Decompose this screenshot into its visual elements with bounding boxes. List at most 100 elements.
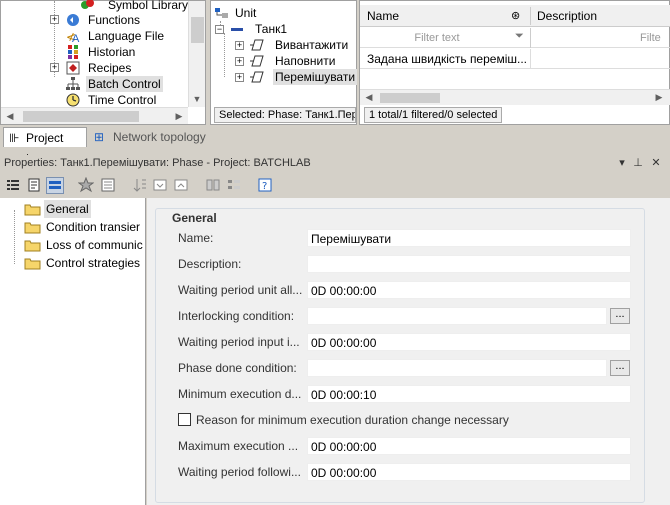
expand-view-icon[interactable] [152,177,170,194]
scrollbar-thumb[interactable] [380,93,440,103]
column-header-description[interactable]: Description [537,5,597,27]
layout-columns-icon[interactable] [205,177,223,194]
folder-icon [24,238,42,252]
expand-icon[interactable]: + [50,63,59,72]
tree-item-functions[interactable]: + Functions [49,12,199,28]
reason-checkbox-label: Reason for minimum execution duration ch… [196,413,509,427]
column-header-name[interactable]: Name ⊛ [367,5,529,27]
folder-icon [24,202,42,216]
tree-item-label: Time Control [88,93,157,107]
tab-network-topology[interactable]: ⊞ Network topology [91,127,211,147]
tree-item-batch-control[interactable]: Batch Control [49,76,199,92]
scroll-right-icon[interactable]: ▶ [172,109,186,123]
list-view-icon[interactable] [100,177,118,194]
scrollbar-thumb[interactable] [23,111,139,122]
expand-icon[interactable]: + [235,73,244,82]
property-pages-icon[interactable] [26,177,44,194]
nav-item-control-strategies[interactable]: Control strategies [24,254,146,272]
scrollbar-thumb[interactable] [191,17,204,43]
historian-icon [65,44,81,60]
name-field[interactable]: Перемішувати [307,229,631,247]
scroll-left-icon[interactable]: ◀ [362,90,376,104]
interlocking-condition-field[interactable] [307,307,607,325]
field-label-minimum-execution: Minimum execution d... [178,387,302,401]
field-label-name: Name: [178,231,214,245]
phase-done-browse-button[interactable]: ... [610,360,630,376]
tree-item-language-file[interactable]: ≮ A Language File [49,28,199,44]
categorized-view-icon[interactable] [5,177,23,194]
table-row[interactable]: Задана швидкість переміш... [360,49,670,69]
folder-icon [24,256,42,270]
unit-tree-status: Selected: Phase: Танк1.Пер [214,107,356,123]
tree-horizontal-scrollbar[interactable]: ◀ ▶ [1,107,188,124]
properties-title-bar: Properties: Танк1.Перемішувати: Phase - … [0,155,670,172]
unit-icon [214,5,230,21]
tree-item-label: Перемішувати [273,69,358,85]
project-tree-pane: Symbol Library + Functions ≮ A Language F… [0,0,206,125]
tree-item-tank1[interactable]: − Танк1 [215,21,355,37]
tree-item-phase-unload[interactable]: + Вивантажити [235,37,355,53]
batch-control-icon [65,76,81,92]
field-label-maximum-execution: Maximum execution ... [178,439,299,453]
sort-icon[interactable] [132,177,150,194]
form-view-icon[interactable] [46,177,64,194]
collapse-view-icon[interactable] [173,177,191,194]
dropdown-icon[interactable]: ▾ [615,155,629,172]
layout-rows-icon[interactable] [226,177,244,194]
tree-item-time-control[interactable]: Time Control [49,92,199,108]
tree-vertical-scrollbar[interactable]: ▼ [188,1,205,107]
tree-item-label: Language File [88,29,165,43]
binoculars-icon[interactable]: ⊛ [511,5,520,27]
filter-icon[interactable]: ⏷ [515,30,524,43]
description-field[interactable] [307,255,631,273]
help-icon[interactable]: ? [257,177,275,194]
favorites-icon[interactable] [77,176,96,194]
waiting-period-unit-field[interactable]: 0D 00:00:00 [307,281,631,299]
scroll-left-icon[interactable]: ◀ [3,109,17,123]
phase-icon [249,69,265,85]
nav-item-general[interactable]: General [24,200,146,218]
tree-item-label: Functions [88,13,141,27]
network-topology-icon: ⊞ [94,130,105,144]
interlocking-browse-button[interactable]: ... [610,308,630,324]
pin-icon[interactable]: ⊥ [631,155,645,172]
waiting-period-input-field[interactable]: 0D 00:00:00 [307,333,631,351]
tab-project-tree[interactable]: ⊪ Project tree [3,127,87,165]
filter-input-description[interactable]: Filte [640,30,661,46]
tree-item-phase-fill[interactable]: + Наповнити [235,53,355,69]
grid-horizontal-scrollbar[interactable]: ◀ ▶ [360,89,670,105]
general-group [155,208,645,503]
field-label-phase-done-condition: Phase done condition: [178,361,297,375]
scroll-right-icon[interactable]: ▶ [652,90,666,104]
tree-item-historian[interactable]: Historian [49,44,199,60]
properties-title: Properties: Танк1.Перемішувати: Phase - … [4,157,311,169]
minimum-execution-field[interactable]: 0D 00:00:10 [307,385,631,403]
tree-item-label: Unit [235,6,257,20]
expand-icon[interactable]: + [235,57,244,66]
close-icon[interactable]: ✕ [649,155,663,172]
expand-icon[interactable]: + [50,15,59,24]
filter-row: Filter text ⏷ Filte [360,28,670,48]
grid-status: 1 total/1 filtered/0 selected [364,107,503,123]
collapse-icon[interactable]: − [215,25,224,34]
row-name-cell: Задана швидкість переміш... [367,52,528,66]
parameter-grid: Name ⊛ Description Filter text ⏷ Filte З… [359,0,670,125]
nav-item-loss-of-communic[interactable]: Loss of communic [24,236,146,254]
filter-input-name[interactable]: Filter text [362,30,512,46]
maximum-execution-field[interactable]: 0D 00:00:00 [307,437,631,455]
svg-text:?: ? [262,181,267,192]
properties-toolbar: ? [0,173,670,198]
tree-item-label: Historian [88,45,136,59]
tree-item-recipes[interactable]: + Recipes [49,60,199,76]
tree-item-phase-mix[interactable]: + Перемішувати [235,69,358,85]
nav-item-condition-transier[interactable]: Condition transier [24,218,146,236]
tree-item-label: Танк1 [255,22,288,36]
waiting-period-following-field[interactable]: 0D 00:00:00 [307,463,631,481]
reason-checkbox[interactable] [178,413,191,426]
tree-item-label: Batch Control [86,76,163,92]
expand-icon[interactable]: + [235,41,244,50]
phase-done-condition-field[interactable] [307,359,607,377]
functions-icon [65,12,81,28]
field-label-description: Description: [178,257,242,271]
scroll-down-icon[interactable]: ▼ [190,92,204,106]
